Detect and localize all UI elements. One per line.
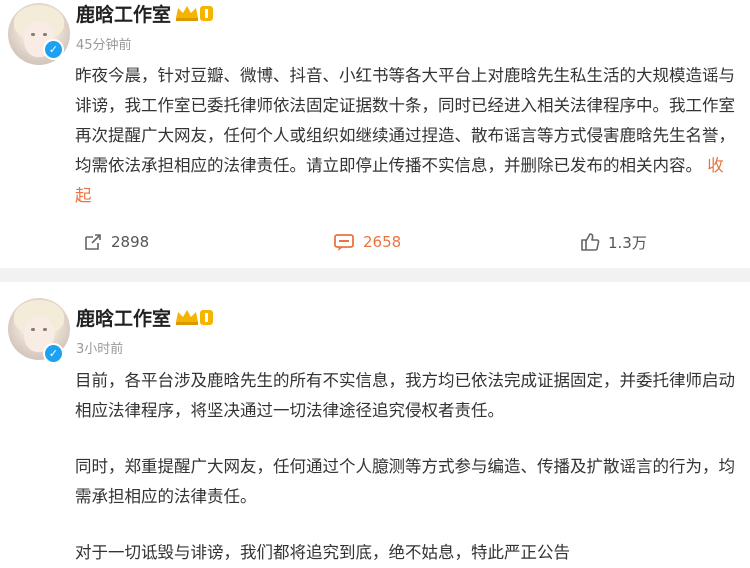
username[interactable]: 鹿晗工作室: [76, 0, 171, 27]
post-paragraph: 同时，郑重提醒广大网友，任何通过个人臆测等方式参与编造、传播及扩散谣言的行为，均…: [75, 457, 735, 506]
crown-badge-icon[interactable]: [174, 308, 214, 326]
post-time: 3小时前: [76, 342, 124, 357]
crown-badge-icon[interactable]: [174, 4, 214, 22]
post-content: 目前，各平台涉及鹿晗先生的所有不实信息，我方均已依法完成证据固定，并委托律师启动…: [75, 366, 735, 568]
comment-count: 2658: [363, 233, 402, 251]
like-count: 1.3万: [608, 233, 647, 252]
post-time: 45分钟前: [76, 38, 132, 53]
repost-button[interactable]: 2898: [83, 230, 149, 254]
weibo-post-2: ✓ 鹿晗工作室 3小时前 目前，各平台涉及鹿晗先生的所有不实信息，我方均已依法完…: [0, 282, 750, 564]
repost-icon: [85, 234, 101, 250]
username[interactable]: 鹿晗工作室: [76, 304, 171, 331]
repost-count: 2898: [111, 233, 150, 251]
verified-icon: ✓: [43, 343, 64, 364]
like-button[interactable]: 1.3万: [580, 230, 647, 254]
post-divider: [0, 268, 750, 282]
verified-icon: ✓: [43, 39, 64, 60]
post-paragraph: 目前，各平台涉及鹿晗先生的所有不实信息，我方均已依法完成证据固定，并委托律师启动…: [75, 371, 735, 420]
post-text: 昨夜今晨，针对豆瓣、微博、抖音、小红书等各大平台上对鹿晗先生私生活的大规模造谣与…: [75, 66, 735, 175]
comment-button[interactable]: 2658: [333, 230, 401, 254]
post-content: 昨夜今晨，针对豆瓣、微博、抖音、小红书等各大平台上对鹿晗先生私生活的大规模造谣与…: [75, 61, 735, 211]
weibo-post-1: ✓ 鹿晗工作室 45分钟前 昨夜今晨，针对豆瓣、微博、抖音、小红书等各大平台上对…: [0, 0, 750, 268]
comment-icon: [334, 234, 354, 251]
like-icon: [581, 233, 600, 251]
